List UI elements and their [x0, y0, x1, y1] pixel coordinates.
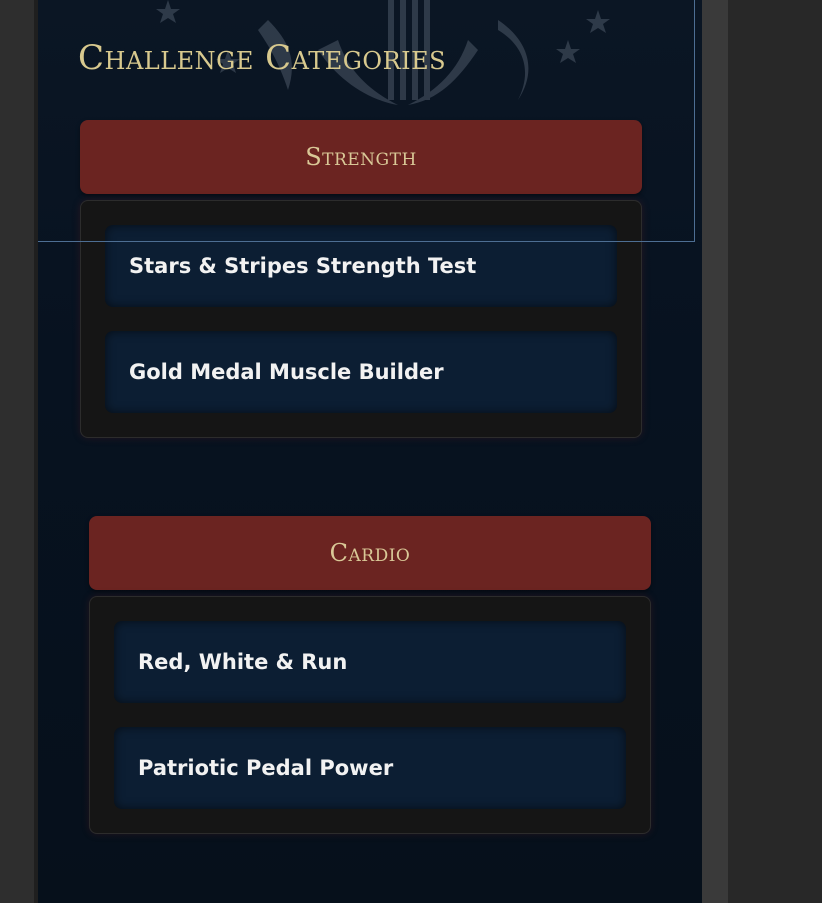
challenge-label: Red, White & Run: [138, 650, 348, 674]
challenge-label: Stars & Stripes Strength Test: [129, 254, 477, 278]
challenge-item[interactable]: Patriotic Pedal Power: [114, 727, 626, 809]
challenge-item[interactable]: Red, White & Run: [114, 621, 626, 703]
page-title: Challenge Categories: [78, 38, 447, 78]
app-window: Challenge Categories Strength Stars & St…: [0, 0, 822, 903]
challenge-label: Patriotic Pedal Power: [138, 756, 394, 780]
category-strength: Strength Stars & Stripes Strength Test G…: [80, 120, 642, 438]
challenge-label: Gold Medal Muscle Builder: [129, 360, 444, 384]
category-body-strength: Stars & Stripes Strength Test Gold Medal…: [80, 200, 642, 438]
category-header-cardio[interactable]: Cardio: [89, 516, 651, 590]
challenge-item[interactable]: Stars & Stripes Strength Test: [105, 225, 617, 307]
category-cardio: Cardio Red, White & Run Patriotic Pedal …: [89, 516, 651, 834]
category-body-cardio: Red, White & Run Patriotic Pedal Power: [89, 596, 651, 834]
left-gutter: [0, 0, 38, 903]
category-header-strength[interactable]: Strength: [80, 120, 642, 194]
panel-scrollbar[interactable]: [702, 0, 728, 903]
category-header-label: Cardio: [329, 539, 411, 567]
category-header-label: Strength: [305, 143, 417, 171]
right-empty-area: [728, 0, 822, 903]
challenge-item[interactable]: Gold Medal Muscle Builder: [105, 331, 617, 413]
challenge-panel: Challenge Categories Strength Stars & St…: [38, 0, 702, 903]
